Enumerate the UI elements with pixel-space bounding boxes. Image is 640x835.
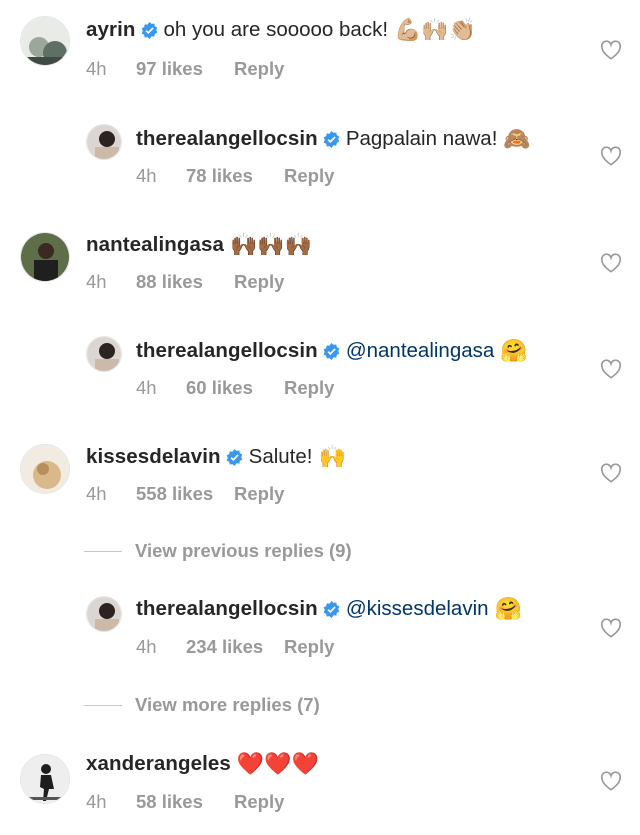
comment-reply-therealangellocsin: therealangellocsin @kissesdelavin 🤗 4h 2…: [0, 578, 640, 678]
timestamp: 4h: [86, 271, 107, 292]
username[interactable]: therealangellocsin: [136, 337, 318, 365]
avatar[interactable]: [86, 596, 122, 632]
timestamp: 4h: [136, 377, 157, 398]
likes-count[interactable]: 558 likes: [136, 483, 234, 505]
timestamp: 4h: [86, 483, 107, 504]
heart-icon[interactable]: [600, 146, 622, 166]
divider: [84, 550, 122, 552]
avatar[interactable]: [20, 16, 70, 66]
emoji: 🙌: [318, 444, 346, 469]
likes-count[interactable]: 78 likes: [186, 165, 284, 187]
timestamp: 4h: [136, 636, 157, 657]
likes-count[interactable]: 88 likes: [136, 271, 234, 293]
username[interactable]: therealangellocsin: [136, 125, 318, 153]
emoji: 🤗: [494, 596, 522, 621]
view-more-label[interactable]: View more replies (7): [135, 694, 320, 716]
emoji: ❤️❤️❤️: [236, 751, 320, 776]
comment-kissesdelavin: kissesdelavin Salute! 🙌 4h 558 likes Rep…: [0, 424, 640, 524]
avatar[interactable]: [86, 336, 122, 372]
timestamp: 4h: [136, 165, 157, 186]
emoji: 🤗: [500, 338, 528, 363]
avatar[interactable]: [20, 232, 70, 282]
username[interactable]: nantealingasa: [86, 231, 224, 259]
heart-icon[interactable]: [600, 359, 622, 379]
verified-badge-icon: [323, 130, 340, 148]
avatar[interactable]: [20, 754, 70, 804]
emoji: 🙌🏾🙌🏾🙌🏾: [230, 232, 313, 257]
avatar[interactable]: [20, 444, 70, 494]
emoji: 🙈: [503, 126, 531, 151]
username[interactable]: therealangellocsin: [136, 595, 318, 623]
mention-link[interactable]: @kissesdelavin: [346, 595, 489, 623]
reply-button[interactable]: Reply: [234, 483, 284, 505]
view-previous-label[interactable]: View previous replies (9): [135, 540, 352, 562]
heart-icon[interactable]: [600, 618, 622, 638]
likes-count[interactable]: 234 likes: [186, 636, 284, 658]
comment-nantealingasa: nantealingasa 🙌🏾🙌🏾🙌🏾 4h 88 likes Reply: [0, 212, 640, 312]
reply-button[interactable]: Reply: [284, 377, 334, 399]
username[interactable]: ayrin: [86, 16, 136, 44]
comment-text: Pagpalain nawa!: [345, 127, 498, 150]
likes-count[interactable]: 60 likes: [186, 377, 284, 399]
username[interactable]: xanderangeles: [86, 750, 231, 778]
comment-ayrin: ayrin oh you are sooooo back! 💪🏼🙌🏼👏🏼 4h …: [0, 0, 640, 100]
verified-badge-icon: [323, 600, 340, 618]
avatar[interactable]: [86, 124, 122, 160]
verified-badge-icon: [141, 21, 157, 39]
reply-button[interactable]: Reply: [234, 271, 284, 293]
likes-count[interactable]: 97 likes: [136, 58, 234, 80]
comment-text: Salute!: [248, 445, 313, 468]
comment-reply-therealangellocsin: therealangellocsin Pagpalain nawa! 🙈 4h …: [0, 106, 640, 206]
reply-button[interactable]: Reply: [234, 58, 284, 80]
username[interactable]: kissesdelavin: [86, 443, 221, 471]
emoji: 💪🏼🙌🏼👏🏼: [394, 17, 477, 42]
view-more-replies[interactable]: View more replies (7): [84, 694, 320, 716]
comment-reply-therealangellocsin: therealangellocsin @nantealingasa 🤗 4h 6…: [0, 318, 640, 418]
divider: [84, 704, 122, 706]
view-previous-replies[interactable]: View previous replies (9): [84, 540, 352, 562]
mention-link[interactable]: @nantealingasa: [346, 337, 494, 365]
reply-button[interactable]: Reply: [234, 791, 284, 813]
likes-count[interactable]: 58 likes: [136, 791, 234, 813]
timestamp: 4h: [86, 58, 107, 79]
heart-icon[interactable]: [600, 253, 622, 273]
timestamp: 4h: [86, 791, 107, 812]
reply-button[interactable]: Reply: [284, 636, 334, 658]
comment-text: oh you are sooooo back!: [163, 18, 389, 41]
verified-badge-icon: [323, 342, 340, 360]
reply-button[interactable]: Reply: [284, 165, 334, 187]
verified-badge-icon: [226, 448, 242, 466]
comment-xanderangeles: xanderangeles ❤️❤️❤️ 4h 58 likes Reply: [0, 735, 640, 835]
heart-icon[interactable]: [600, 463, 622, 483]
heart-icon[interactable]: [600, 771, 622, 791]
heart-icon[interactable]: [600, 40, 622, 60]
